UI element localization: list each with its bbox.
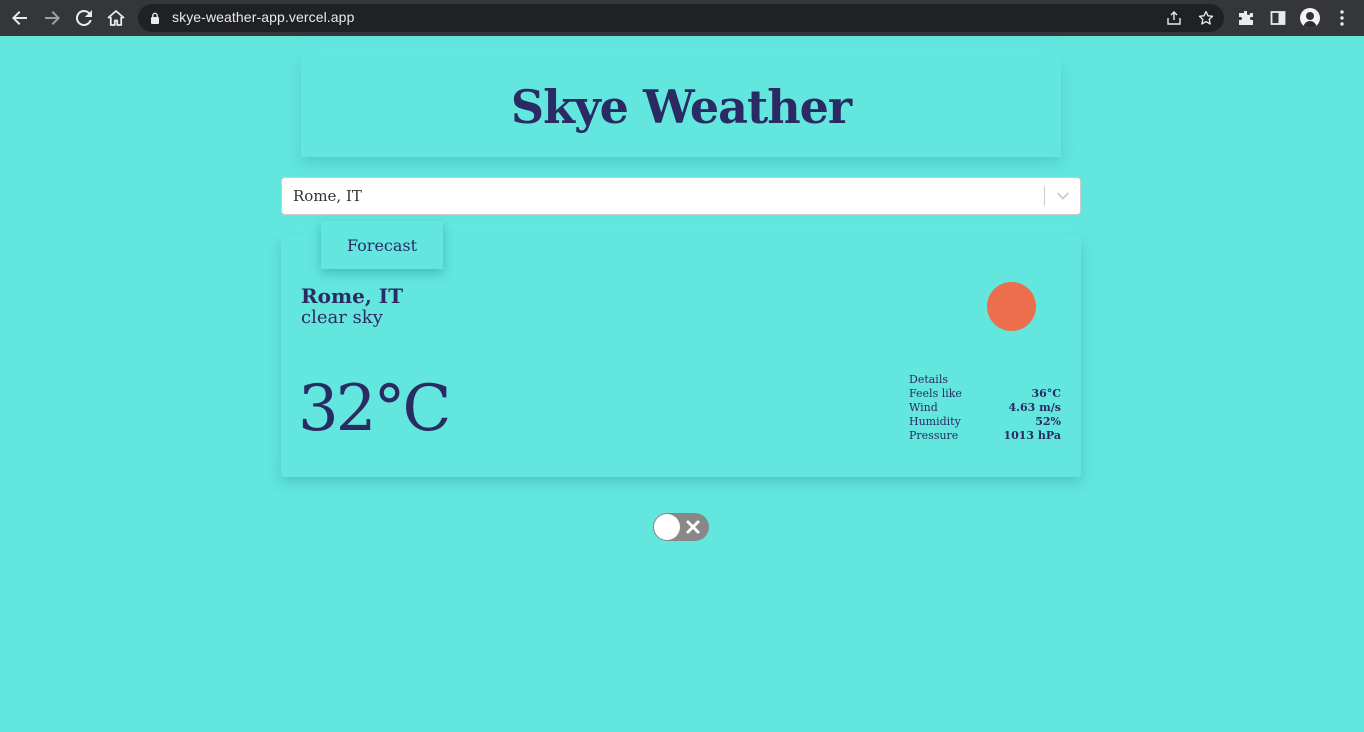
details-title: Details <box>909 373 948 386</box>
bookmark-star-icon[interactable] <box>1196 8 1216 28</box>
browser-toolbar: skye-weather-app.vercel.app <box>0 0 1364 36</box>
app-header: Skye Weather <box>301 57 1061 157</box>
close-icon <box>686 520 700 534</box>
share-icon[interactable] <box>1164 8 1184 28</box>
extensions-icon[interactable] <box>1234 6 1258 30</box>
sun-icon <box>987 282 1036 331</box>
reload-icon[interactable] <box>72 6 96 30</box>
menu-kebab-icon[interactable] <box>1330 6 1354 30</box>
detail-row-pressure: Pressure 1013 hPa <box>909 429 1061 443</box>
home-icon[interactable] <box>104 6 128 30</box>
url-text: skye-weather-app.vercel.app <box>172 9 355 25</box>
detail-row-humidity: Humidity 52% <box>909 415 1061 429</box>
back-icon[interactable] <box>8 6 32 30</box>
detail-value: 4.63 m/s <box>1008 401 1061 414</box>
detail-label: Wind <box>909 401 938 414</box>
detail-label: Humidity <box>909 415 961 428</box>
temperature-value: 32°C <box>298 372 451 446</box>
app-title: Skye Weather <box>510 80 852 134</box>
tab-forecast[interactable]: Forecast <box>321 221 443 269</box>
lock-icon <box>151 12 159 24</box>
address-bar[interactable]: skye-weather-app.vercel.app <box>138 4 1224 32</box>
side-panel-icon[interactable] <box>1266 6 1290 30</box>
profile-avatar[interactable] <box>1300 8 1320 28</box>
select-separator <box>1044 186 1045 206</box>
weather-description: clear sky <box>301 307 383 328</box>
detail-label: Pressure <box>909 429 959 442</box>
detail-value: 36°C <box>1031 387 1061 400</box>
tab-forecast-label: Forecast <box>346 235 418 255</box>
detail-row-feels-like: Feels like 36°C <box>909 387 1061 401</box>
city-name: Rome, IT <box>301 284 404 308</box>
forward-icon[interactable] <box>40 6 64 30</box>
detail-value: 1013 hPa <box>1003 429 1061 442</box>
toggle-knob[interactable] <box>654 514 680 540</box>
chevron-down-icon[interactable] <box>1052 185 1074 207</box>
search-selected-value: Rome, IT <box>293 187 362 205</box>
detail-value: 52% <box>1035 415 1061 428</box>
detail-label: Feels like <box>909 387 962 400</box>
detail-row-wind: Wind 4.63 m/s <box>909 401 1061 415</box>
city-search-select[interactable]: Rome, IT <box>281 177 1081 215</box>
weather-details: Details Feels like 36°C Wind 4.63 m/s Hu… <box>909 373 1061 443</box>
theme-toggle[interactable] <box>653 513 709 541</box>
